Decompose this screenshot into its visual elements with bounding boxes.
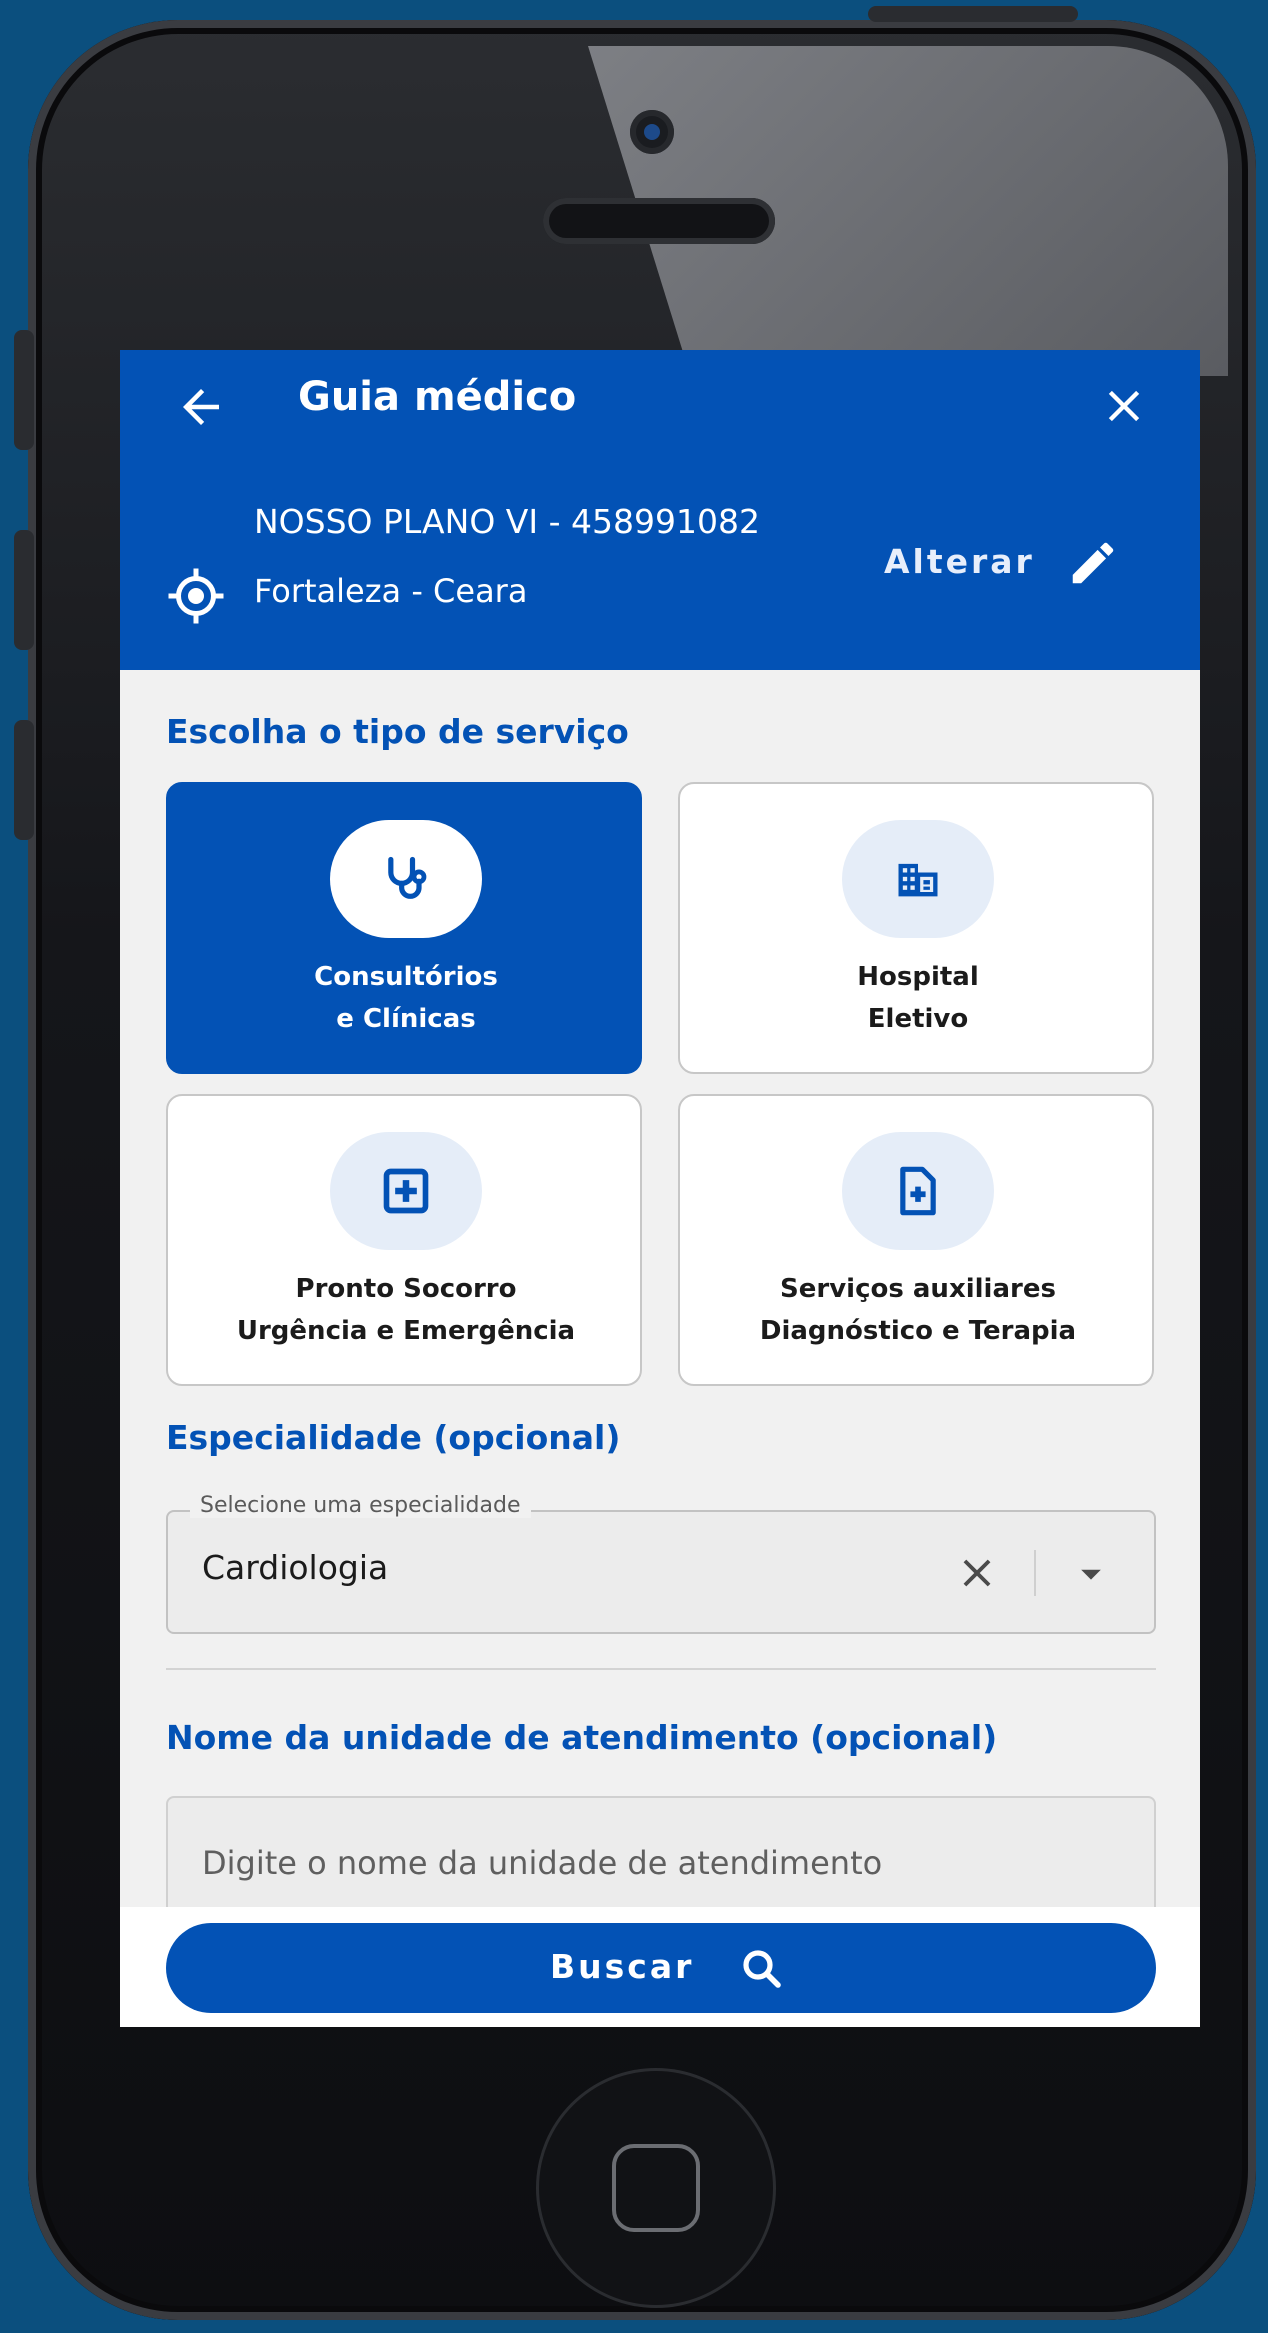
specialty-field-label: Selecione uma especialidade [190,1493,531,1518]
plan-info: NOSSO PLANO VI - 458991082 [254,502,760,541]
service-icon-badge [330,820,482,938]
dropdown-arrow-icon[interactable] [1074,1560,1108,1588]
service-card-servicos-auxiliares[interactable]: Serviços auxiliares Diagnóstico e Terapi… [678,1094,1154,1386]
specialty-select[interactable]: Cardiologia [166,1510,1156,1634]
unit-name-placeholder: Digite o nome da unidade de atendimento [202,1844,883,1882]
section-divider [166,1668,1156,1670]
bottom-action-bar: Buscar [120,1907,1200,2027]
card-label-line1: Consultórios [314,962,498,992]
change-plan-button[interactable]: Alterar [884,542,1035,581]
medical-file-icon [900,1166,936,1216]
earpiece-speaker [543,198,775,244]
location-text: Fortaleza - Ceara [254,572,528,610]
card-label-line1: Hospital [857,962,979,992]
card-label-line2: Eletivo [867,1004,969,1034]
my-location-icon [168,568,224,624]
home-square-icon [612,2144,700,2232]
card-label-line2: Urgência e Emergência [236,1316,576,1346]
service-icon-badge [842,1132,994,1250]
app-screen: Guia médico NOSSO PLANO VI - 458991082 F… [120,350,1200,2027]
app-header: Guia médico NOSSO PLANO VI - 458991082 F… [120,350,1200,670]
mute-switch [14,330,34,450]
close-icon[interactable] [1098,380,1150,432]
specialty-heading: Especialidade (opcional) [166,1418,621,1457]
front-camera [630,110,674,154]
service-type-heading: Escolha o tipo de serviço [166,712,629,751]
service-icon-badge [842,820,994,938]
search-icon [743,1950,781,1988]
search-button[interactable]: Buscar [166,1923,1156,2013]
service-card-pronto-socorro[interactable]: Pronto Socorro Urgência e Emergência [166,1094,642,1386]
specialty-value: Cardiologia [202,1548,389,1587]
service-icon-badge [330,1132,482,1250]
service-card-hospital[interactable]: Hospital Eletivo [678,782,1154,1074]
search-button-label: Buscar [550,1947,695,1986]
arrow-back-icon[interactable] [174,380,228,434]
page-title: Guia médico [298,374,577,420]
power-button [868,6,1078,22]
volume-down-button [14,720,34,840]
unit-name-heading: Nome da unidade de atendimento (opcional… [166,1718,998,1757]
pencil-icon[interactable] [1066,536,1120,590]
medical-cross-icon [383,1168,429,1214]
card-label-line2: e Clínicas [336,1004,476,1034]
home-button[interactable] [536,2068,776,2308]
volume-up-button [14,530,34,650]
hospital-building-icon [898,863,938,897]
service-card-consultorios[interactable]: Consultórios e Clínicas [166,782,642,1074]
clear-icon[interactable] [954,1550,1000,1596]
card-label-line1: Pronto Socorro [295,1274,517,1304]
select-divider [1034,1550,1036,1596]
stethoscope-icon [388,856,427,899]
card-label-line2: Diagnóstico e Terapia [759,1316,1077,1346]
card-label-line1: Serviços auxiliares [780,1274,1056,1304]
